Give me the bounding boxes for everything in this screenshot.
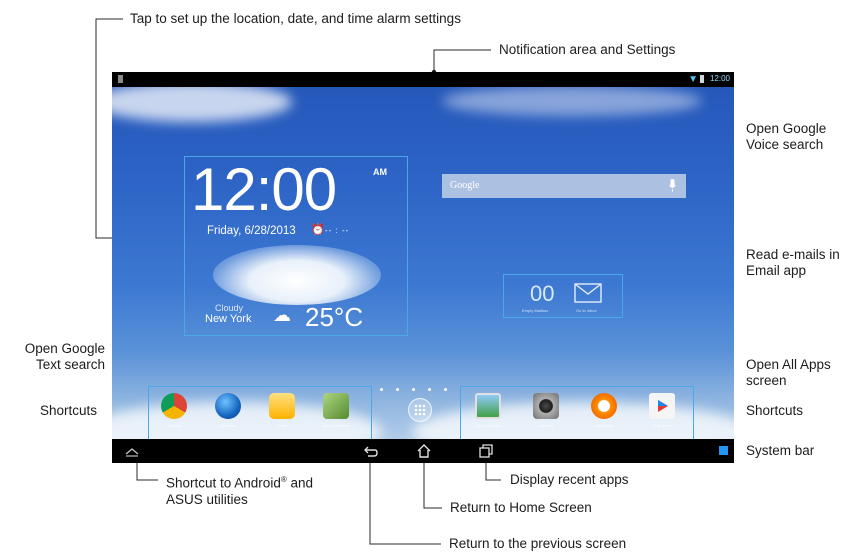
callout-shortcuts-left: Shortcuts (40, 403, 98, 418)
callout-email-line2: Email app (746, 263, 807, 278)
leader-previous (369, 457, 441, 545)
callout-clock-settings: Tap to set up the location, date, and ti… (130, 11, 461, 26)
all-apps-button[interactable] (408, 398, 432, 422)
back-icon[interactable] (362, 443, 378, 459)
notification-status-bar[interactable]: ▼ 12:00 (112, 72, 734, 87)
app-shortcut-browser[interactable]: Browser (213, 393, 243, 428)
tablet-home-screen: ▼ 12:00 12:00 AM Friday, 6/28/2013 ⏰ -- … (112, 72, 734, 463)
email-inbox-label: Go to inbox (576, 308, 597, 313)
notification-icon (118, 75, 123, 83)
app-label-camera: Camera (538, 423, 554, 428)
home-icon[interactable] (416, 443, 432, 459)
app-label-play-store: Play Store (652, 423, 672, 428)
clock-date: Friday, 6/28/2013 (207, 225, 296, 237)
browser-globe-icon (215, 393, 241, 419)
status-time: 12:00 (709, 74, 730, 83)
app-label-email: Email (276, 423, 287, 428)
asus-utilities-icon[interactable] (124, 443, 140, 459)
callout-all-apps-line2: screen (746, 373, 787, 388)
app-label-play-music: Play Music (594, 423, 614, 428)
app-shortcut-camera[interactable]: Camera (531, 393, 561, 428)
wifi-icon: ▼ (688, 74, 698, 85)
callout-email-line1: Read e-mails in (746, 247, 840, 262)
weather-condition: Cloudy (215, 303, 244, 313)
callout-home-screen: Return to Home Screen (450, 500, 592, 515)
weather-cloud-image (213, 245, 381, 305)
callout-voice-search-line1: Open Google (746, 121, 827, 136)
app-label-gallery: ASUS Gallery (475, 423, 501, 428)
system-bar (112, 439, 734, 463)
clock-weather-widget[interactable]: 12:00 AM Friday, 6/28/2013 ⏰ -- : -- Clo… (184, 156, 408, 336)
camera-icon (533, 393, 559, 419)
app-label-chrome: Chrome (166, 423, 182, 428)
callout-voice-search: Open Google Voice search (746, 121, 826, 153)
page-indicator (380, 378, 460, 396)
battery-icon (700, 75, 704, 83)
alarm-time: -- : -- (325, 226, 350, 235)
callout-android-line1b: and (286, 475, 314, 491)
microphone-icon[interactable] (669, 178, 676, 194)
gallery-icon (475, 393, 501, 419)
callout-android-line1a: Shortcut to Android (166, 475, 281, 491)
callout-all-apps: Open All Apps screen (746, 357, 831, 389)
app-shortcut-play-music[interactable]: Play Music (589, 393, 619, 428)
chrome-icon (161, 393, 187, 419)
play-store-icon (649, 393, 675, 419)
app-shortcut-chrome[interactable]: Chrome (159, 393, 189, 428)
google-logo: Google (450, 180, 480, 191)
asus-notes-icon (323, 393, 349, 419)
callout-text-search-line1: Open Google (24, 341, 105, 356)
alarm-clock-icon: ⏰ (311, 224, 325, 236)
app-label-browser: Browser (220, 423, 236, 428)
clock-time: 12:00 (191, 156, 337, 223)
email-unread-count: 00 (530, 281, 555, 306)
callout-shortcuts-right: Shortcuts (746, 403, 804, 418)
leader-home (423, 457, 442, 509)
callout-voice-search-line2: Voice search (746, 137, 824, 152)
callout-android-line2: ASUS utilities (166, 491, 248, 507)
callout-android-shortcut: Shortcut to Android® and ASUS utilities (166, 472, 313, 508)
weather-city: New York (205, 313, 252, 325)
callout-previous-screen: Return to the previous screen (449, 536, 627, 551)
callout-text-search: Open Google Text search (6, 341, 105, 373)
shortcuts-left-group: Chrome Browser Email Asus Launcher (148, 386, 372, 440)
callout-system-bar: System bar (746, 443, 815, 458)
clock-ampm: AM (373, 167, 387, 177)
email-widget[interactable]: 00 Empty Mailbox Go to inbox (503, 274, 623, 318)
envelope-icon (574, 283, 602, 303)
callout-notification-area: Notification area and Settings (499, 42, 676, 57)
weather-temperature: 25°C (305, 302, 364, 332)
callout-email: Read e-mails in Email app (746, 247, 840, 279)
email-app-icon (269, 393, 295, 419)
app-shortcut-asus-launcher[interactable]: Asus Launcher (321, 393, 351, 428)
app-label-asus-launcher: Asus Launcher (322, 423, 350, 428)
headphones-icon (591, 393, 617, 419)
leader-notification (433, 49, 491, 72)
app-shortcut-gallery[interactable]: ASUS Gallery (473, 393, 503, 428)
shortcuts-right-group: ASUS Gallery Camera Play Music Play Stor… (460, 386, 694, 440)
app-grid-icon (414, 404, 426, 416)
callout-all-apps-line1: Open All Apps (746, 357, 831, 372)
partly-cloudy-icon: ☁ (273, 305, 291, 325)
recent-apps-icon[interactable] (478, 443, 494, 459)
app-shortcut-play-store[interactable]: Play Store (647, 393, 677, 428)
callout-recent-apps: Display recent apps (510, 472, 629, 487)
app-shortcut-email[interactable]: Email (267, 393, 297, 428)
email-count-label: Empty Mailbox (522, 308, 549, 313)
google-search-bar[interactable]: Google (442, 174, 686, 198)
settings-square-icon[interactable] (719, 446, 728, 455)
callout-text-search-line2: Text search (35, 357, 105, 372)
